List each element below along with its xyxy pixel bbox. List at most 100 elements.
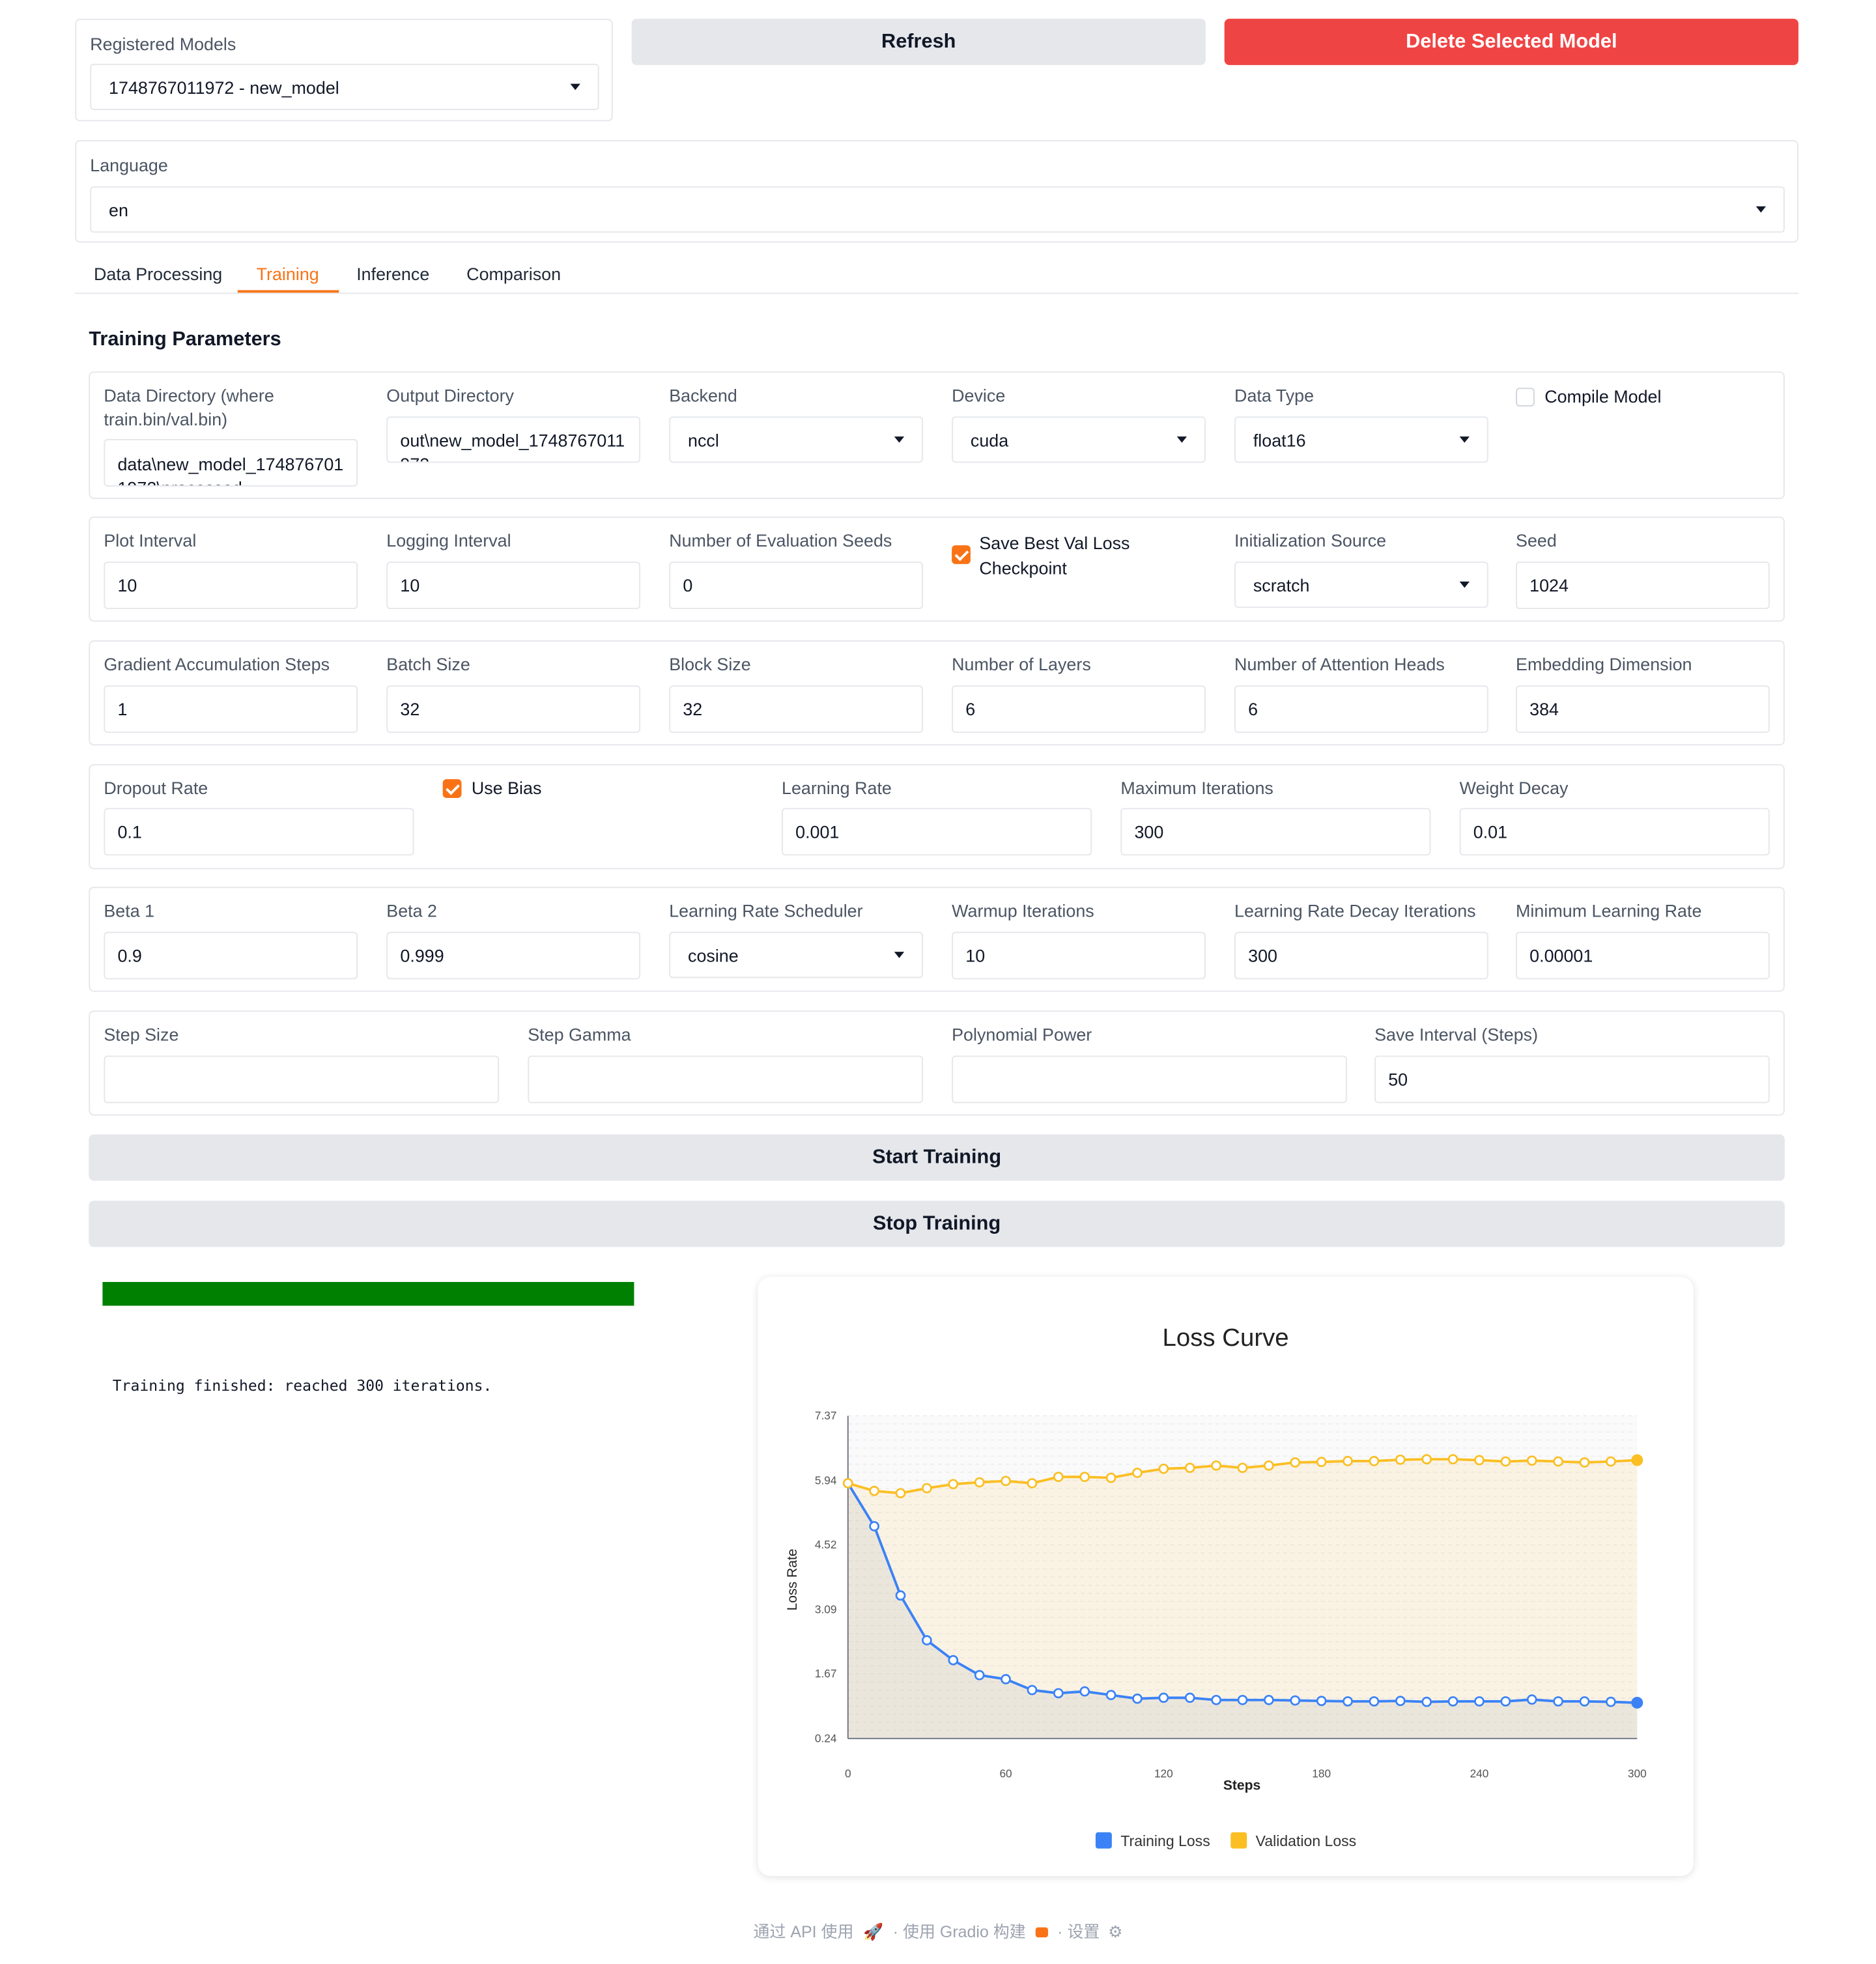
data-point — [1343, 1456, 1353, 1466]
data-point — [1553, 1456, 1563, 1467]
data-point — [948, 1655, 959, 1666]
chevron-down-icon — [570, 83, 580, 91]
decay-iters-input[interactable]: 300 — [1234, 932, 1488, 980]
seed-value: 1024 — [1529, 575, 1569, 595]
data-point — [1395, 1696, 1406, 1707]
eval-seeds-input[interactable]: 0 — [669, 562, 923, 610]
save-interval-label: Save Interval (Steps) — [1374, 1024, 1539, 1045]
x-tick-label: 0 — [845, 1767, 851, 1780]
y-tick-label: 7.37 — [815, 1409, 837, 1422]
batch-size-value: 32 — [400, 699, 420, 719]
data-point — [1316, 1696, 1327, 1707]
start-training-button[interactable]: Start Training — [89, 1134, 1785, 1181]
footer-settings-link[interactable]: 设置 — [1067, 1922, 1100, 1941]
chevron-down-icon — [1459, 436, 1470, 443]
data-point — [1447, 1696, 1458, 1707]
data-point — [1027, 1478, 1038, 1488]
data-point — [1290, 1457, 1301, 1468]
progress-bar-fill — [102, 1282, 634, 1306]
tab-comparison[interactable]: Comparison — [466, 264, 561, 284]
block-size-input[interactable]: 32 — [669, 685, 923, 733]
n-layers-label: Number of Layers — [952, 654, 1091, 674]
init-source-dropdown[interactable]: scratch — [1234, 562, 1488, 608]
init-source-label: Initialization Source — [1234, 530, 1387, 550]
tab-data-processing[interactable]: Data Processing — [94, 264, 222, 284]
min-lr-label: Minimum Learning Rate — [1516, 900, 1702, 921]
min-lr-input[interactable]: 0.00001 — [1516, 932, 1770, 980]
output-directory-input[interactable]: out\new_model_1748767011972 — [386, 416, 641, 463]
max-iters-input[interactable]: 300 — [1120, 808, 1431, 856]
n-embd-input[interactable]: 384 — [1516, 685, 1770, 733]
logging-interval-label: Logging Interval — [386, 530, 511, 550]
data-point — [1001, 1673, 1011, 1685]
chevron-down-icon — [894, 436, 905, 443]
eval-seeds-value: 0 — [683, 575, 693, 595]
data-point — [1079, 1686, 1090, 1697]
seed-label: Seed — [1516, 530, 1557, 550]
warmup-input[interactable]: 10 — [952, 932, 1206, 980]
n-layers-input[interactable]: 6 — [952, 685, 1206, 733]
weight-decay-input[interactable]: 0.01 — [1459, 808, 1770, 856]
legend-swatch-training — [1095, 1832, 1112, 1849]
data-point — [1395, 1454, 1406, 1465]
grad-accum-label: Gradient Accumulation Steps — [104, 654, 330, 674]
use-bias-label: Use Bias — [471, 778, 542, 798]
plot-interval-label: Plot Interval — [104, 530, 197, 550]
save-interval-input[interactable]: 50 — [1374, 1055, 1770, 1103]
seed-input[interactable]: 1024 — [1516, 562, 1770, 610]
save-best-checkbox[interactable] — [952, 545, 971, 564]
data-point — [1211, 1460, 1222, 1471]
data-point — [1158, 1463, 1169, 1474]
tab-inference[interactable]: Inference — [356, 264, 429, 284]
footer-api-link[interactable]: 通过 API 使用 — [753, 1922, 853, 1941]
data-point — [1369, 1456, 1380, 1466]
footer-sep: · — [1057, 1922, 1068, 1941]
registered-models-label: Registered Models — [90, 33, 236, 54]
legend: Training Loss Validation Loss — [1095, 1832, 1357, 1849]
data-point — [869, 1485, 880, 1496]
data-point — [1631, 1454, 1643, 1466]
batch-size-input[interactable]: 32 — [386, 685, 641, 733]
beta2-input[interactable]: 0.999 — [386, 932, 641, 980]
compile-model-checkbox[interactable] — [1516, 388, 1535, 406]
stop-training-button[interactable]: Stop Training — [89, 1201, 1785, 1247]
data-point — [1579, 1457, 1590, 1468]
decay-iters-label: Learning Rate Decay Iterations — [1234, 900, 1476, 921]
tab-training[interactable]: Training — [257, 264, 319, 284]
scheduler-dropdown[interactable]: cosine — [669, 932, 923, 978]
use-bias-checkbox[interactable] — [442, 779, 462, 798]
device-dropdown[interactable]: cuda — [952, 416, 1206, 463]
step-size-input[interactable] — [104, 1055, 500, 1103]
n-embd-value: 384 — [1529, 699, 1559, 719]
device-value: cuda — [970, 429, 1009, 450]
progress-bar-track — [102, 1282, 634, 1306]
data-point — [974, 1670, 985, 1681]
poly-power-input[interactable] — [952, 1055, 1347, 1103]
footer-gradio-link[interactable]: 使用 Gradio 构建 — [903, 1922, 1026, 1941]
registered-models-dropdown[interactable]: 1748767011972 - new_model — [90, 63, 599, 110]
delete-selected-model-button[interactable]: Delete Selected Model — [1224, 18, 1798, 65]
beta1-input[interactable]: 0.9 — [104, 932, 358, 980]
footer: 通过 API 使用 🚀 · 使用 Gradio 构建 · 设置 ⚙ — [0, 1918, 1876, 1942]
step-gamma-input[interactable] — [528, 1055, 923, 1103]
language-dropdown[interactable]: en — [90, 186, 1785, 233]
data-point — [895, 1488, 906, 1499]
refresh-button[interactable]: Refresh — [631, 18, 1206, 65]
data-point — [1369, 1696, 1380, 1707]
data-type-dropdown[interactable]: float16 — [1234, 416, 1488, 463]
dropout-input[interactable]: 0.1 — [104, 808, 414, 856]
logging-interval-input[interactable]: 10 — [386, 562, 641, 610]
data-point — [1474, 1455, 1485, 1466]
backend-dropdown[interactable]: nccl — [669, 416, 923, 463]
data-point — [1343, 1696, 1353, 1707]
backend-value: nccl — [688, 429, 719, 450]
n-heads-input[interactable]: 6 — [1234, 685, 1488, 733]
grad-accum-input[interactable]: 1 — [104, 685, 358, 733]
legend-label-validation: Validation Loss — [1256, 1832, 1357, 1849]
learning-rate-input[interactable]: 0.001 — [782, 808, 1092, 856]
data-point — [1500, 1696, 1511, 1707]
plot-interval-input[interactable]: 10 — [104, 562, 358, 610]
registered-models-value: 1748767011972 - new_model — [109, 77, 339, 97]
data-directory-value: data\new_model_1748767011972\processed — [117, 453, 344, 485]
data-directory-input[interactable]: data\new_model_1748767011972\processed — [104, 438, 358, 487]
